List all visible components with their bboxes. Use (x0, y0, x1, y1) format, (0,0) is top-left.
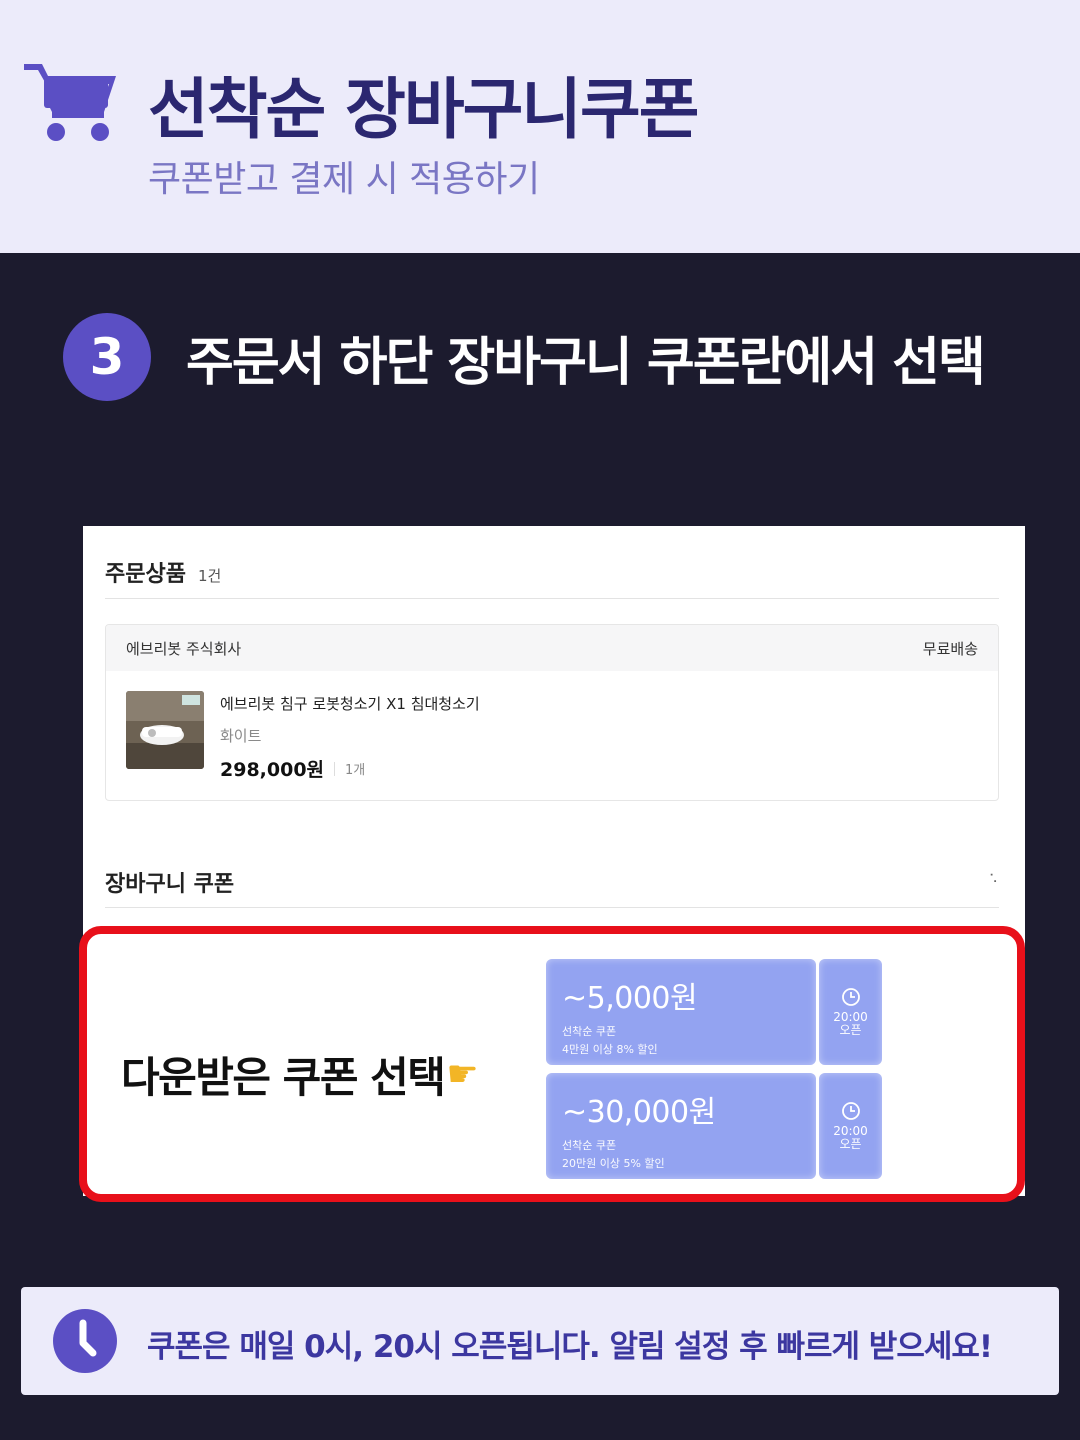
coupon-card[interactable]: ~5,000원 선착순 쿠폰 4만원 이상 8% 할인 20:00 오픈 (546, 959, 882, 1065)
product-name[interactable]: 에브리봇 침구 로봇청소기 X1 침대청소기 (220, 693, 480, 714)
product-thumbnail[interactable] (126, 691, 204, 769)
order-section-title: 주문상품 (105, 562, 186, 587)
coupon-type: 선착순 쿠폰 (562, 1025, 617, 1038)
coupon-open-time[interactable]: 20:00 오픈 (819, 959, 882, 1065)
clock-icon (841, 988, 860, 1006)
shopping-cart-icon (24, 64, 116, 141)
highlight-label-text: 다운받은 쿠폰 선택 (121, 1053, 446, 1102)
coupon-condition: 4만원 이상 8% 할인 (562, 1043, 658, 1056)
order-item-count: 1건 (197, 567, 222, 585)
product-option: 화이트 (220, 727, 262, 745)
coupon-condition: 20만원 이상 5% 할인 (562, 1157, 665, 1170)
order-section-header: 주문상품 1건 (105, 556, 221, 588)
highlight-label: 다운받은 쿠폰 선택 ☛ (121, 1044, 479, 1105)
step-title: 주문서 하단 장바구니 쿠폰란에서 선택 (186, 333, 986, 393)
clock-icon (841, 1102, 860, 1120)
coupon-card[interactable]: ~30,000원 선착순 쿠폰 20만원 이상 5% 할인 20:00 오픈 (546, 1073, 882, 1179)
coupon-status: 오픈 (839, 1023, 862, 1037)
clock-icon (53, 1309, 117, 1373)
divider (105, 598, 999, 599)
coupon-amount: ~5,000원 (562, 981, 698, 1016)
coupon-open-time[interactable]: 20:00 오픈 (819, 1073, 882, 1179)
coupon-type: 선착순 쿠폰 (562, 1139, 617, 1152)
step-number-badge: 3 (63, 313, 151, 401)
coupon-highlight-box: 다운받은 쿠폰 선택 ☛ ~5,000원 선착순 쿠폰 4만원 이상 8% 할인… (79, 926, 1025, 1202)
coupon-amount: ~30,000원 (562, 1095, 716, 1130)
coupon-main[interactable]: ~5,000원 선착순 쿠폰 4만원 이상 8% 할인 (546, 959, 816, 1065)
info-note: 쿠폰은 매일 0시, 20시 오픈됩니다. 알림 설정 후 빠르게 받으세요! (21, 1287, 1059, 1395)
cart-coupon-title: 장바구니 쿠폰 (105, 872, 235, 897)
seller-order-card: 에브리봇 주식회사 무료배송 에브리봇 침구 로봇청소기 X1 침대청소기 화이… (105, 624, 999, 801)
page-title: 선착순 장바구니쿠폰 (148, 71, 699, 148)
coupon-main[interactable]: ~30,000원 선착순 쿠폰 20만원 이상 5% 할인 (546, 1073, 816, 1179)
divider (105, 907, 999, 908)
cart-coupon-toggle[interactable]: ⠡ (989, 872, 998, 886)
separator (334, 761, 336, 776)
coupon-status: 오픈 (839, 1137, 862, 1151)
page-subtitle: 쿠폰받고 결제 시 적용하기 (148, 159, 540, 200)
product-price: 298,000원 (220, 759, 325, 781)
seller-bar: 에브리봇 주식회사 무료배송 (106, 625, 998, 671)
pointing-hand-icon: ☛ (446, 1054, 478, 1095)
shipping-label: 무료배송 (922, 639, 978, 658)
header-banner: 선착순 장바구니쿠폰 쿠폰받고 결제 시 적용하기 (0, 0, 1080, 253)
product-quantity: 1개 (345, 763, 366, 778)
info-note-text: 쿠폰은 매일 0시, 20시 오픈됩니다. 알림 설정 후 빠르게 받으세요! (147, 1329, 993, 1365)
seller-name: 에브리봇 주식회사 (126, 639, 242, 658)
product-price-row: 298,000원 1개 (220, 755, 365, 782)
